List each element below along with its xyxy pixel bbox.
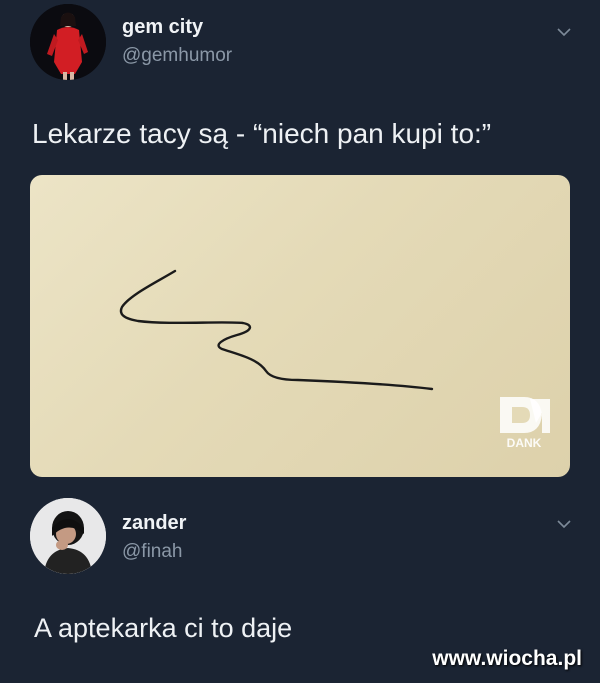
avatar-image (30, 4, 106, 80)
chevron-down-icon[interactable] (556, 516, 572, 532)
user-handle[interactable]: @gemhumor (122, 45, 232, 67)
tweet-text: Lekarze tacy są - “niech pan kupi to:” (32, 118, 492, 149)
avatar-image (30, 498, 106, 574)
display-name[interactable]: zander (122, 512, 186, 535)
dank-memeology-logo: DANK (490, 393, 558, 455)
tweet-image[interactable]: DANK (30, 175, 570, 477)
tweet-1: gem city @gemhumor Lekarze tacy są - “ni… (0, 0, 600, 480)
tweet-text: A aptekarka ci to daje (34, 613, 293, 643)
chevron-down-icon[interactable] (556, 24, 572, 40)
display-name[interactable]: gem city (122, 16, 203, 39)
signature-scribble-icon (119, 269, 434, 391)
watermark-text: DANK (507, 436, 542, 450)
site-watermark: www.wiocha.pl (432, 647, 582, 670)
avatar-gem-city[interactable] (30, 4, 106, 80)
avatar-zander[interactable] (30, 498, 106, 574)
user-handle[interactable]: @finah (122, 541, 183, 563)
